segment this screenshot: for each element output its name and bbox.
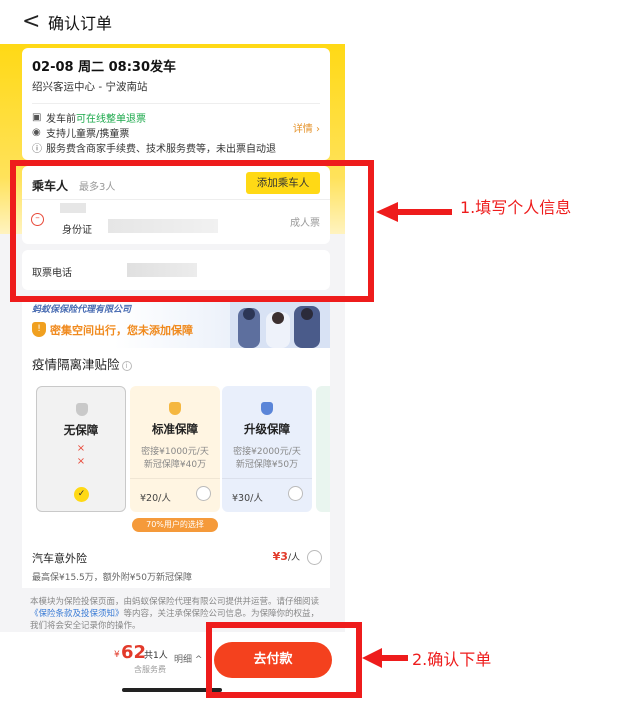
highlight-passenger-info bbox=[10, 160, 374, 302]
chevron-right-icon: › bbox=[312, 124, 320, 135]
cross-icon: × bbox=[76, 456, 86, 467]
annotation-step-2: 2.确认下单 bbox=[412, 650, 492, 669]
currency-symbol: ¥ bbox=[114, 650, 120, 660]
plan-price: ¥20/人 bbox=[140, 493, 171, 504]
shield-icon bbox=[76, 403, 88, 416]
total-price: 62 bbox=[121, 642, 147, 663]
highlight-pay-button bbox=[206, 622, 362, 698]
price-detail-toggle[interactable]: 明细 ^ bbox=[174, 652, 202, 665]
divider bbox=[130, 478, 220, 479]
insurance-section: 疫情隔离津贴险 i 无保障 × × ✓ 标准保障 密接¥1000元/天 新冠保障¥… bbox=[22, 348, 330, 588]
bus-insurance-radio[interactable] bbox=[307, 550, 322, 565]
terms-link[interactable]: 《保险条款及投保须知》 bbox=[30, 609, 124, 619]
plan-upgrade[interactable]: 升级保障 密接¥2000元/天 新冠保障¥50万 ¥30/人 bbox=[222, 386, 312, 512]
plan-radio[interactable] bbox=[196, 486, 211, 501]
plan-radio[interactable] bbox=[288, 486, 303, 501]
insurance-banner: 蚂蚁保保险代理有限公司 ! 密集空间出行，您未添加保障 bbox=[22, 300, 330, 348]
plan-standard[interactable]: 标准保障 密接¥1000元/天 新冠保障¥40万 ¥20/人 bbox=[130, 386, 220, 512]
fee-policy: ⓘ 服务费含商家手续费、技术服务费等，未出票自动退 bbox=[32, 140, 320, 155]
bus-price-unit: /人 bbox=[287, 553, 300, 563]
cross-icon: × bbox=[76, 443, 86, 454]
child-policy-text: 支持儿童票/携童票 bbox=[46, 129, 130, 140]
divider bbox=[222, 478, 312, 479]
plan-no-coverage[interactable]: 无保障 × × ✓ bbox=[36, 386, 126, 512]
plan-name: 升级保障 bbox=[244, 422, 290, 436]
info-icon[interactable]: i bbox=[121, 361, 132, 371]
shield-icon bbox=[169, 402, 181, 415]
plan-line: 密接¥1000元/天 bbox=[141, 447, 209, 457]
plan-name: 标准保障 bbox=[152, 422, 198, 436]
calendar-icon: ▣ bbox=[32, 112, 42, 123]
insurance-warning: 密集空间出行，您未添加保障 bbox=[50, 324, 193, 337]
popular-tag: 70%用户的选择 bbox=[132, 518, 218, 532]
arrow-left-icon bbox=[376, 202, 452, 222]
travellers-illustration bbox=[230, 300, 330, 348]
info-icon: ⓘ bbox=[32, 144, 42, 155]
plan-line: 密接¥2000元/天 bbox=[233, 447, 301, 457]
plan-line: 新冠保障¥50万 bbox=[235, 460, 299, 470]
child-policy: ◉ 支持儿童票/携童票 bbox=[32, 125, 320, 140]
plan-line: 新冠保障¥40万 bbox=[143, 460, 207, 470]
bus-insurance-price: ¥3/人 bbox=[273, 550, 300, 563]
shield-warning-icon: ! bbox=[32, 322, 46, 337]
divider bbox=[32, 103, 320, 104]
insurance-company: 蚂蚁保保险代理有限公司 bbox=[32, 305, 132, 315]
plan-name: 无保障 bbox=[63, 423, 99, 437]
plan-next-partial[interactable] bbox=[316, 386, 330, 512]
shield-icon bbox=[261, 402, 273, 415]
route-label: 绍兴客运中心 - 宁波南站 bbox=[32, 81, 148, 93]
back-icon[interactable]: < bbox=[22, 11, 42, 33]
plan-price: ¥30/人 bbox=[232, 493, 263, 504]
detail-label: 详情 bbox=[292, 124, 313, 135]
annotation-step-1: 1.填写个人信息 bbox=[460, 198, 572, 217]
insurance-title-text: 疫情隔离津贴险 bbox=[32, 357, 120, 372]
refund-policy: ▣ 发车前 可在线整单退票 bbox=[32, 110, 320, 125]
insurance-title: 疫情隔离津贴险 i bbox=[32, 354, 132, 373]
page-title: 确认订单 bbox=[48, 14, 113, 33]
detail-link[interactable]: 详情 › bbox=[293, 120, 320, 135]
disclaimer-text: 本模块为保险投保页面，由蚂蚁保保险代理有限公司提供并运营。请仔细阅读 bbox=[30, 597, 320, 607]
check-icon: ✓ bbox=[74, 487, 89, 502]
bus-insurance-desc: 最高保¥15.5万，额外附¥50万新冠保障 bbox=[32, 573, 192, 583]
refund-highlight: 可在线整单退票 bbox=[76, 114, 146, 125]
departure-time: 02-08 周二 08:30发车 bbox=[32, 60, 177, 75]
phone-screen: < 确认订单 02-08 周二 08:30发车 绍兴客运中心 - 宁波南站 ▣ … bbox=[0, 0, 345, 702]
eye-icon: ◉ bbox=[32, 127, 41, 138]
fee-note: 含服务费 bbox=[134, 665, 166, 674]
top-bar: < 确认订单 bbox=[0, 0, 345, 44]
arrow-left-icon bbox=[362, 648, 408, 668]
fee-policy-text: 服务费含商家手续费、技术服务费等，未出票自动退 bbox=[46, 144, 276, 155]
bus-insurance-title: 汽车意外险 bbox=[32, 552, 87, 565]
passenger-count: 共1人 bbox=[144, 651, 168, 661]
trip-card: 02-08 周二 08:30发车 绍兴客运中心 - 宁波南站 ▣ 发车前 可在线整… bbox=[22, 48, 330, 160]
bus-price-value: ¥3 bbox=[272, 550, 288, 563]
refund-prefix: 发车前 bbox=[46, 114, 76, 125]
